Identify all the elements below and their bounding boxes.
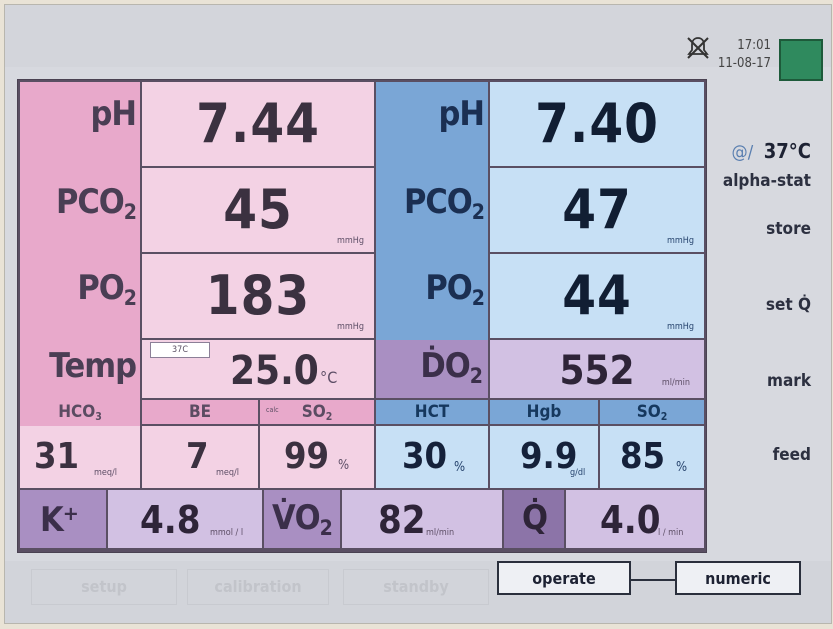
- venous-po2-label: PO2: [425, 268, 485, 310]
- standby-button[interactable]: standby: [343, 569, 489, 605]
- operate-button[interactable]: operate: [497, 561, 631, 595]
- temp-mode-display: @/ 37°C: [732, 139, 811, 163]
- hgb-unit: g/dl: [570, 468, 586, 478]
- calibration-button[interactable]: calibration: [187, 569, 329, 605]
- hco3-cell: 31 meq/l: [20, 426, 140, 488]
- menu-connector: [631, 579, 679, 581]
- k-unit: mmol / l: [210, 528, 244, 538]
- hgb-header: Hgb: [490, 400, 598, 424]
- k-label: K⁺: [40, 500, 79, 540]
- temp-unit: °C: [320, 368, 338, 387]
- do2-label: ḊO2: [420, 346, 483, 388]
- be-header: BE: [142, 400, 258, 424]
- hco3-header: HCO3: [20, 400, 140, 424]
- do2-unit: ml/min: [661, 378, 690, 388]
- arterial-ph-label: pH: [90, 94, 137, 134]
- venous-ph-cell: 7.40: [490, 82, 704, 166]
- so2-arterial-header: calc SO2: [260, 400, 374, 424]
- time-display: 17:01: [737, 38, 771, 53]
- vo2-cell: 82 ml/min: [342, 490, 502, 548]
- venous-ph-value: 7.40: [535, 92, 659, 155]
- do2-cell: 552 ml/min: [490, 340, 704, 398]
- venous-pco2-cell: 47 mmHg: [490, 168, 704, 252]
- vo2-value: 82: [378, 498, 426, 542]
- be-unit: meq/l: [216, 468, 239, 478]
- monitor-screen: 17:01 11-08-17 pH 7.44 PCO2 45 mmHg PO2 …: [4, 4, 832, 624]
- so2-venous-cell: 85 %: [600, 426, 704, 488]
- hco3-value: 31: [34, 436, 80, 477]
- so2-venous-unit: %: [676, 460, 688, 475]
- vo2-unit: ml/min: [426, 528, 455, 538]
- so2-venous-header: SO2: [600, 400, 704, 424]
- numeric-button[interactable]: numeric: [675, 561, 801, 595]
- be-cell: 7 meq/l: [142, 426, 258, 488]
- vo2-label-cell: V̇O2: [264, 490, 340, 548]
- so2-venous-value: 85: [620, 436, 666, 477]
- arterial-ph-value: 7.44: [196, 92, 320, 155]
- hgb-cell: 9.9 g/dl: [490, 426, 598, 488]
- arterial-ph-cell: 7.44: [142, 82, 374, 166]
- venous-pco2-label: PCO2: [403, 182, 485, 224]
- arterial-po2-unit: mmHg: [336, 322, 364, 332]
- arterial-pco2-cell: 45 mmHg: [142, 168, 374, 252]
- temp-cell: 37C 25.0 °C: [142, 340, 374, 398]
- venous-pco2-unit: mmHg: [666, 236, 694, 246]
- q-unit: l / min: [658, 528, 684, 538]
- vo2-label: V̇O2: [272, 498, 333, 540]
- q-label-cell: Q̇: [504, 490, 564, 548]
- arterial-po2-value: 183: [205, 264, 311, 327]
- venous-po2-unit: mmHg: [666, 322, 694, 332]
- q-cell: 4.0 l / min: [566, 490, 704, 548]
- temp-setpoint-badge[interactable]: 37C: [150, 342, 210, 358]
- at-icon: @/: [731, 142, 754, 163]
- feed-button[interactable]: feed: [773, 445, 811, 465]
- venous-po2-cell: 44 mmHg: [490, 254, 704, 338]
- arterial-pco2-unit: mmHg: [336, 236, 364, 246]
- hco3-unit: meq/l: [94, 468, 117, 478]
- arterial-pco2-value: 45: [223, 178, 293, 241]
- be-value: 7: [186, 436, 209, 477]
- temp-setting: 37°C: [763, 139, 811, 163]
- hct-unit: %: [454, 460, 466, 475]
- arterial-po2-cell: 183 mmHg: [142, 254, 374, 338]
- temp-label: Temp: [49, 346, 137, 386]
- k-value: 4.8: [140, 498, 201, 542]
- do2-label-cell: ḊO2: [376, 340, 488, 398]
- venous-pco2-value: 47: [562, 178, 632, 241]
- hct-cell: 30 %: [376, 426, 488, 488]
- so2-arterial-cell: 99 %: [260, 426, 374, 488]
- alpha-stat-label[interactable]: alpha-stat: [723, 171, 811, 191]
- set-q-button[interactable]: set Q̇: [766, 295, 811, 315]
- venous-po2-value: 44: [562, 264, 632, 327]
- date-display: 11-08-17: [717, 56, 771, 71]
- venous-ph-label: pH: [438, 94, 485, 134]
- blood-gas-panel: pH 7.44 PCO2 45 mmHg PO2 183 mmHg Temp 3…: [17, 79, 707, 553]
- arterial-pco2-label: PCO2: [55, 182, 137, 224]
- hct-value: 30: [402, 436, 448, 477]
- k-label-cell: K⁺: [20, 490, 106, 548]
- arterial-po2-label: PO2: [77, 268, 137, 310]
- store-button[interactable]: store: [766, 219, 811, 239]
- hgb-value: 9.9: [520, 436, 578, 477]
- status-indicator: [779, 39, 823, 81]
- alarm-muted-icon[interactable]: [685, 35, 711, 61]
- k-cell: 4.8 mmol / l: [108, 490, 262, 548]
- temp-value: 25.0: [230, 348, 319, 394]
- so2-arterial-value: 99: [284, 436, 330, 477]
- calc-indicator: calc: [266, 406, 279, 414]
- so2-arterial-unit: %: [338, 458, 350, 473]
- q-label: Q̇: [522, 498, 548, 538]
- hct-header: HCT: [376, 400, 488, 424]
- q-value: 4.0: [600, 498, 661, 542]
- clock: 17:01 11-08-17: [715, 37, 771, 73]
- mark-button[interactable]: mark: [767, 371, 811, 391]
- setup-button[interactable]: setup: [31, 569, 177, 605]
